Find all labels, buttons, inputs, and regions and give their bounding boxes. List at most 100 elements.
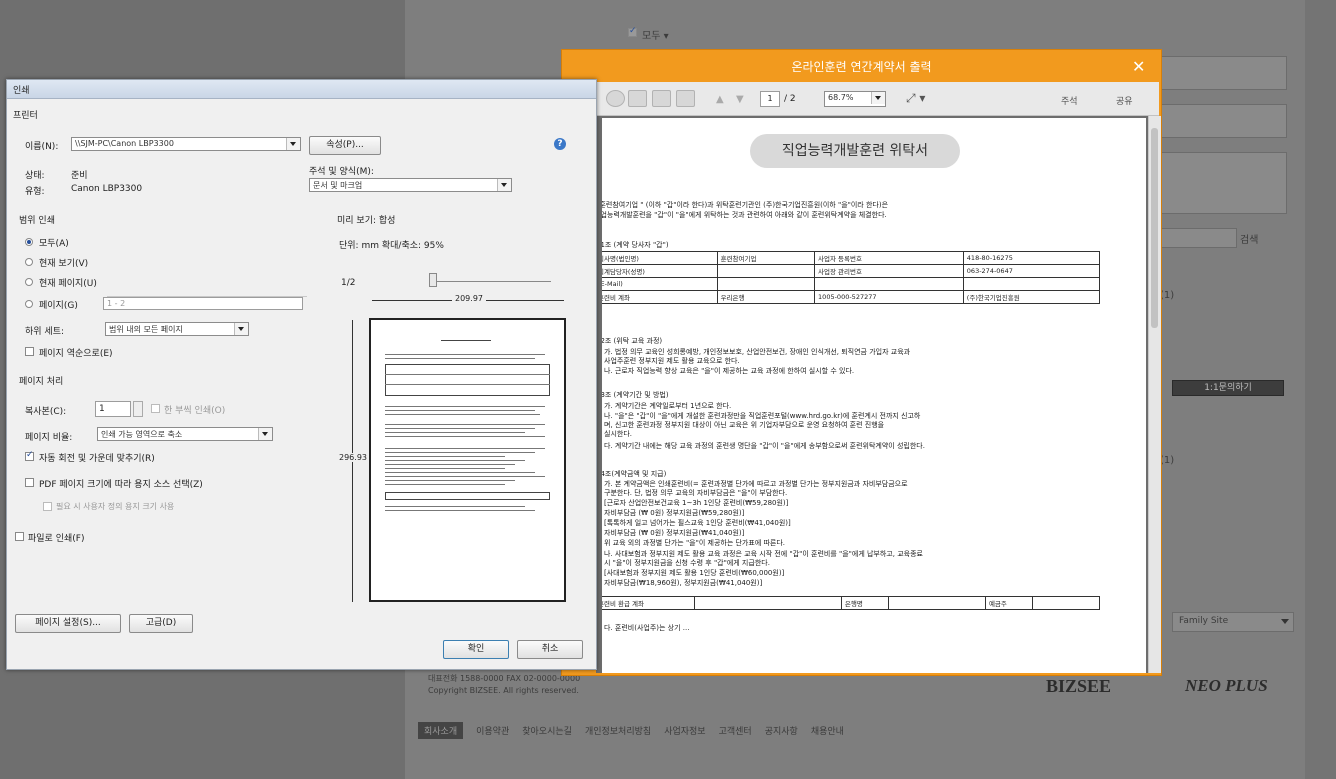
print-icon[interactable] xyxy=(628,90,647,107)
clause-line: 며, 신고한 훈련과정 정부지원 대상이 아닌 교육은 위 기업자부담으로 운영… xyxy=(604,421,885,429)
print-to-file-checkbox[interactable]: 파일로 인쇄(F) xyxy=(15,531,135,544)
scaling-label: 페이지 비율: xyxy=(25,433,73,443)
pdf-page-size-checkbox[interactable]: PDF 페이지 크기에 따라 용지 소스 선택(Z) xyxy=(25,477,285,490)
background-input[interactable] xyxy=(1160,228,1237,248)
handling-section-label: 페이지 처리 xyxy=(19,377,64,387)
table-cell xyxy=(693,596,842,610)
table-cell: 은행명 xyxy=(840,596,889,610)
doc-title: 직업능력개발훈련 위탁서 xyxy=(750,134,960,168)
range-all-radio[interactable]: 모두(A) xyxy=(25,236,145,249)
copies-label: 복사본(C): xyxy=(25,407,67,417)
footer-nav-item[interactable]: 고객센터 xyxy=(719,724,752,737)
comment-link[interactable]: 주석 xyxy=(1061,94,1078,107)
scaling-select[interactable]: 인쇄 가능 영역으로 축소 xyxy=(97,427,273,441)
checkbox-icon xyxy=(43,502,52,511)
zoom-select[interactable]: 68.7% xyxy=(824,91,886,107)
background-inquiry-button[interactable]: 1:1문의하기 xyxy=(1172,380,1284,396)
printer-section-label: 프린터 xyxy=(13,111,38,121)
family-site-select[interactable]: Family Site xyxy=(1172,612,1294,632)
page-down-icon[interactable]: ▼ xyxy=(736,94,744,105)
footer-nav-item[interactable]: 회사소개 xyxy=(418,722,464,739)
page-number-input[interactable]: 1 xyxy=(760,91,780,107)
slider-handle[interactable] xyxy=(429,273,437,287)
clause-heading: 제3조 (계약기간 및 방법) xyxy=(602,391,669,399)
table-cell xyxy=(1032,596,1100,610)
clause-line: [근로자 산업안전보건교육 1~3h 1인당 훈련비(₩59,280원)] xyxy=(604,499,789,507)
page-setup-button[interactable]: 페이지 설정(S)... xyxy=(15,614,121,633)
copies-value: 1 xyxy=(99,404,105,414)
scaling-value: 인쇄 가능 영역으로 축소 xyxy=(101,430,183,439)
footer-nav-item[interactable]: 이용약관 xyxy=(476,724,509,737)
comments-select[interactable]: 문서 및 마크업 xyxy=(309,178,512,192)
share-link[interactable]: 공유 xyxy=(1116,94,1133,107)
chevron-down-icon xyxy=(1281,619,1289,624)
help-icon[interactable]: ? xyxy=(554,138,566,150)
background-right-text: (1) xyxy=(1160,290,1175,301)
checkbox-icon xyxy=(151,404,160,413)
checkbox-icon xyxy=(25,450,34,461)
footer-nav-item[interactable]: 공지사항 xyxy=(765,724,798,737)
dialog-titlebar: 인쇄 xyxy=(7,80,596,99)
zoom-value: 68.7% xyxy=(828,93,854,102)
radio-icon xyxy=(25,238,33,246)
chevron-down-icon xyxy=(258,428,272,440)
properties-button[interactable]: 속성(P)... xyxy=(309,136,381,155)
clause-heading: 제2조 (위탁 교육 과정) xyxy=(602,337,663,345)
range-current-page-radio[interactable]: 현재 페이지(U) xyxy=(25,276,145,289)
expand-icon[interactable]: ⤢ ▾ xyxy=(906,91,925,106)
page-total: / 2 xyxy=(784,94,796,104)
checkbox-icon xyxy=(25,478,34,487)
print-dialog: 인쇄 프린터 이름(N): \\SJM-PC\Canon LBP3300 속성(… xyxy=(6,79,597,670)
subset-label: 하위 세트: xyxy=(25,327,65,337)
preview-page-slider[interactable] xyxy=(431,281,551,282)
footer-contact: 대표전화 1588-0000 FAX 02-0000-0000 xyxy=(428,674,581,683)
printer-name-select[interactable]: \\SJM-PC\Canon LBP3300 xyxy=(71,137,301,151)
table-cell: (주)한국기업진흥원 xyxy=(962,290,1101,304)
pdf-toolbar: ▲ ▼ 1 / 2 68.7% ⤢ ▾ 주석 공유 xyxy=(596,82,1159,116)
table-cell: 훈련참여기업 xyxy=(716,251,816,265)
email-icon[interactable] xyxy=(676,90,695,107)
table-cell: 1005-000-527277 xyxy=(814,290,964,304)
table-cell: 회사명(법인명) xyxy=(602,251,718,265)
subset-select[interactable]: 범위 내의 모든 페이지 xyxy=(105,322,249,336)
pdf-viewer-window: 온라인훈련 연간계약서 출력 ✕ ▲ ▼ 1 / 2 68.7% ⤢ ▾ 주석 … xyxy=(561,49,1162,676)
footer-nav-item[interactable]: 개인정보처리방침 xyxy=(585,724,651,737)
clause-line: 다. 훈련비(사업주)는 상기 ... xyxy=(604,624,690,632)
cancel-button[interactable]: 취소 xyxy=(517,640,583,659)
copies-stepper[interactable] xyxy=(133,401,143,417)
pages-input[interactable]: 1 - 2 xyxy=(103,297,303,310)
footer-nav-item[interactable]: 찾아오시는길 xyxy=(522,724,572,737)
scrollbar-thumb[interactable] xyxy=(1151,128,1158,328)
clause-line: 다. 계약기간 내에는 해당 교육 과정의 훈련생 명단을 "갑"이 "을"에게… xyxy=(604,442,925,450)
checkbox-label: 페이지 역순으로(E) xyxy=(39,349,113,359)
clause-line: 자비부담금(₩18,960원), 정부지원금(₩41,040원)] xyxy=(604,579,763,587)
background-field-2 xyxy=(1160,104,1287,138)
background-top-checkbox[interactable]: 모두 ▾ xyxy=(628,26,708,42)
printer-icon[interactable] xyxy=(652,90,671,107)
collate-checkbox[interactable]: 한 부씩 인쇄(O) xyxy=(151,403,271,416)
reverse-pages-checkbox[interactable]: 페이지 역순으로(E) xyxy=(25,346,185,359)
close-icon[interactable]: ✕ xyxy=(1132,57,1145,76)
radio-icon xyxy=(25,300,33,308)
background-search-button[interactable]: 검색 xyxy=(1240,231,1258,246)
print-preview-thumbnail xyxy=(369,318,566,602)
footer-nav-item[interactable]: 채용안내 xyxy=(811,724,844,737)
doc-intro-line: " 훈련참여기업 " (이하 "갑"이라 한다)과 위탁훈련기관인 (주)한국기… xyxy=(602,201,889,209)
checkbox-label: 한 부씩 인쇄(O) xyxy=(164,406,226,416)
background-field-1 xyxy=(1160,56,1287,90)
table-cell xyxy=(716,264,816,278)
ok-button[interactable]: 확인 xyxy=(443,640,509,659)
page-up-icon[interactable]: ▲ xyxy=(716,94,724,105)
save-icon[interactable] xyxy=(606,90,625,107)
pdf-scrollbar[interactable] xyxy=(1148,116,1161,673)
footer-nav-item[interactable]: 사업자정보 xyxy=(664,724,705,737)
custom-paper-checkbox[interactable]: 필요 시 사용자 정의 용지 크기 사용 xyxy=(43,501,273,513)
range-pages-radio[interactable]: 페이지(G) xyxy=(25,298,105,311)
copies-input[interactable]: 1 xyxy=(95,401,131,417)
range-current-view-radio[interactable]: 현재 보기(V) xyxy=(25,256,145,269)
preview-page-indicator: 1/2 xyxy=(341,278,356,288)
comments-value: 문서 및 마크업 xyxy=(313,181,363,190)
radio-icon xyxy=(25,278,33,286)
advanced-button[interactable]: 고급(D) xyxy=(129,614,193,633)
autorotate-checkbox[interactable]: 자동 회전 및 가운데 맞추기(R) xyxy=(25,450,245,464)
